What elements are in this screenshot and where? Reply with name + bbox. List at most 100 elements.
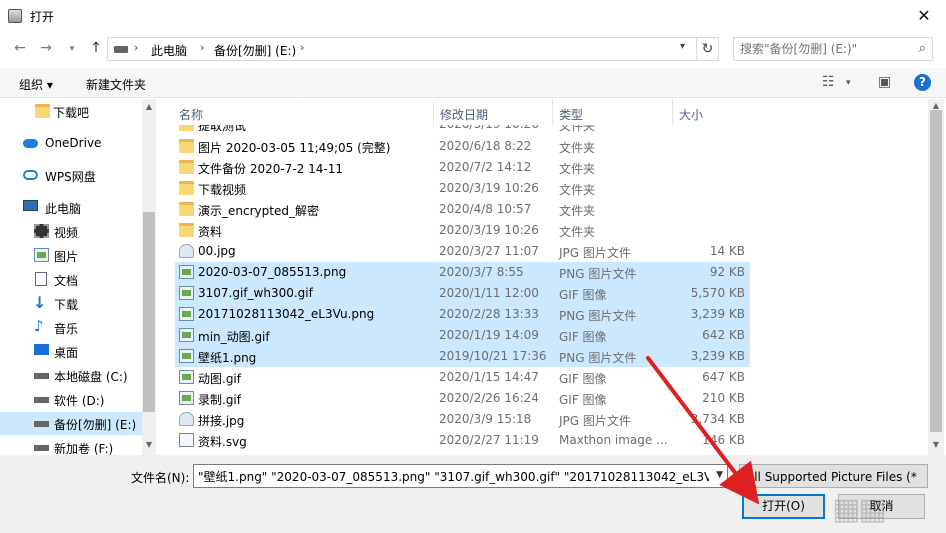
address-dropdown-icon[interactable]: ▾ <box>680 41 685 52</box>
file-row[interactable]: 录制.gif 2020/2/26 16:24 GIF 图像 210 KB <box>175 388 750 409</box>
file-row[interactable]: 资料.svg 2020/2/27 11:19 Maxthon image ...… <box>175 430 750 451</box>
new-folder-button[interactable]: 新建文件夹 <box>86 76 146 93</box>
view-dropdown-icon[interactable]: ▾ <box>846 78 851 88</box>
refresh-icon[interactable]: ↻ <box>697 37 719 61</box>
file-size: 3,734 KB <box>690 412 745 426</box>
scroll-up-icon[interactable]: ▲ <box>928 101 944 110</box>
help-icon[interactable]: ? <box>914 74 931 91</box>
file-name: 演示_encrypted_解密 <box>198 204 319 218</box>
file-name: 下载视频 <box>198 183 247 197</box>
file-date: 2020/4/8 10:57 <box>439 202 532 216</box>
chevron-down-icon[interactable]: ▼ <box>716 470 723 480</box>
organize-button[interactable]: 组织 ▾ <box>19 76 53 93</box>
file-date: 2020/3/9 15:18 <box>439 412 532 426</box>
sidebar-item-label: 文档 <box>54 274 79 288</box>
scroll-up-icon[interactable]: ▲ <box>142 102 156 111</box>
sort-indicator-icon: ⌃ <box>298 99 307 107</box>
sidebar-item-documents[interactable]: 文档 <box>0 268 142 291</box>
image-file-icon <box>179 370 194 384</box>
filename-input[interactable] <box>194 465 709 487</box>
file-name: 动图.gif <box>198 372 241 386</box>
file-size: 146 KB <box>702 433 745 447</box>
sidebar-item-wps[interactable]: WPS网盘 <box>0 164 142 187</box>
preview-pane-icon[interactable]: ▣ <box>878 74 891 90</box>
file-row[interactable]: 资料 2020/3/19 10:26 文件夹 <box>175 220 750 241</box>
sidebar-item-onedrive[interactable]: OneDrive <box>0 132 142 155</box>
file-row[interactable]: 3107.gif_wh300.gif 2020/1/11 12:00 GIF 图… <box>175 283 750 304</box>
sidebar-item-label: 视频 <box>54 226 79 240</box>
breadcrumb-separator[interactable]: › <box>300 41 304 54</box>
sidebar-item-xiazaiba[interactable]: 下载吧 <box>0 100 142 123</box>
file-row[interactable]: 文件备份 2020-7-2 14-11 2020/7/2 14:12 文件夹 <box>175 157 750 178</box>
image-file-icon <box>179 391 194 405</box>
sidebar-item-music[interactable]: ♪ 音乐 <box>0 316 142 339</box>
file-type: 文件夹 <box>559 204 596 218</box>
scroll-down-icon[interactable]: ▼ <box>142 440 156 449</box>
file-row[interactable]: 动图.gif 2020/1/15 14:47 GIF 图像 647 KB <box>175 367 750 388</box>
breadcrumb-drive-e[interactable]: 备份[勿删] (E:) <box>214 42 296 59</box>
file-size: 92 KB <box>709 265 745 279</box>
window-title: 打开 <box>30 10 55 24</box>
back-arrow-icon[interactable]: ← <box>10 40 30 56</box>
folder-icon <box>179 160 194 174</box>
file-name: 3107.gif_wh300.gif <box>198 286 313 300</box>
sidebar-item-drive-d[interactable]: 软件 (D:) <box>0 388 142 411</box>
file-row[interactable]: 拼接.jpg 2020/3/9 15:18 JPG 图片文件 3,734 KB <box>175 409 750 430</box>
sidebar-item-pictures[interactable]: 图片 <box>0 244 142 267</box>
file-row[interactable]: 图片 2020-03-05 11;49;05 (完整) 2020/6/18 8:… <box>175 136 750 157</box>
image-file-icon <box>179 349 194 363</box>
close-button[interactable]: ✕ <box>912 4 936 28</box>
sidebar-item-label: 下载吧 <box>53 106 90 120</box>
sidebar-item-videos[interactable]: 视频 <box>0 220 142 243</box>
file-date: 2020/2/28 13:33 <box>439 307 539 321</box>
file-row[interactable]: 下载视频 2020/3/19 10:26 文件夹 <box>175 178 750 199</box>
view-options-icon[interactable]: ☷ <box>822 74 835 90</box>
file-row[interactable]: 壁纸1.png 2019/10/21 17:36 PNG 图片文件 3,239 … <box>175 346 750 367</box>
sidebar-item-this-pc[interactable]: 此电脑 <box>0 196 142 219</box>
sidebar-item-desktop[interactable]: 桌面 <box>0 340 142 363</box>
column-header-size-label[interactable]: 大小 <box>673 99 753 125</box>
folder-icon <box>179 202 194 216</box>
file-row[interactable]: 20171028113042_eL3Vu.png 2020/2/28 13:33… <box>175 304 750 325</box>
breadcrumb-separator[interactable]: › <box>134 41 138 54</box>
file-type: 文件夹 <box>559 141 596 155</box>
file-type-filter[interactable]: All Supported Picture Files (* <box>739 464 928 488</box>
sidebar-item-label: 下载 <box>54 298 79 312</box>
file-type: GIF 图像 <box>559 288 607 302</box>
sidebar-item-downloads[interactable]: ↓ 下载 <box>0 292 142 315</box>
recent-locations-icon[interactable]: ▾ <box>62 44 82 54</box>
file-name: 00.jpg <box>198 244 236 258</box>
sidebar-scrollbar-thumb[interactable] <box>143 212 155 412</box>
column-header-type-label[interactable]: 类型 <box>553 99 673 125</box>
scroll-down-icon[interactable]: ▼ <box>928 440 944 449</box>
file-list-scrollbar-thumb[interactable] <box>930 110 942 432</box>
search-input[interactable] <box>734 38 910 60</box>
file-row[interactable]: 2020-03-07_085513.png 2020/3/7 8:55 PNG … <box>175 262 750 283</box>
folder-icon <box>35 104 50 118</box>
up-arrow-icon[interactable]: ↑ <box>86 40 106 56</box>
forward-arrow-icon[interactable]: → <box>36 40 56 56</box>
search-box[interactable]: ⌕ <box>733 37 933 61</box>
breadcrumb-separator[interactable]: › <box>200 41 204 54</box>
column-header-date-label[interactable]: 修改日期 <box>434 99 553 125</box>
folder-icon <box>179 139 194 153</box>
file-name: 拼接.jpg <box>198 414 245 428</box>
sidebar-item-label: 新加卷 (F:) <box>54 442 114 455</box>
file-type: GIF 图像 <box>559 372 607 386</box>
filename-field[interactable]: ▼ <box>193 464 728 488</box>
breadcrumb-this-pc[interactable]: 此电脑 <box>151 42 187 59</box>
address-bar[interactable]: › 此电脑 › 备份[勿删] (E:) › <box>107 37 697 61</box>
file-row[interactable]: 00.jpg 2020/3/27 11:07 JPG 图片文件 14 KB <box>175 241 750 262</box>
file-row[interactable]: 演示_encrypted_解密 2020/4/8 10:57 文件夹 <box>175 199 750 220</box>
file-size: 210 KB <box>702 391 745 405</box>
file-date: 2020/2/26 16:24 <box>439 391 539 405</box>
sidebar-item-drive-e[interactable]: 备份[勿删] (E:) <box>0 412 142 435</box>
file-row[interactable]: min_动图.gif 2020/1/19 14:09 GIF 图像 642 KB <box>175 325 750 346</box>
file-name: 资料.svg <box>198 435 247 449</box>
open-button[interactable]: 打开(O) <box>742 494 825 519</box>
sidebar-item-drive-c[interactable]: 本地磁盘 (C:) <box>0 364 142 387</box>
sidebar-item-drive-f[interactable]: 新加卷 (F:) <box>0 436 142 455</box>
file-date: 2020/3/7 8:55 <box>439 265 524 279</box>
file-size: 647 KB <box>702 370 745 384</box>
file-type: 文件夹 <box>559 162 596 176</box>
